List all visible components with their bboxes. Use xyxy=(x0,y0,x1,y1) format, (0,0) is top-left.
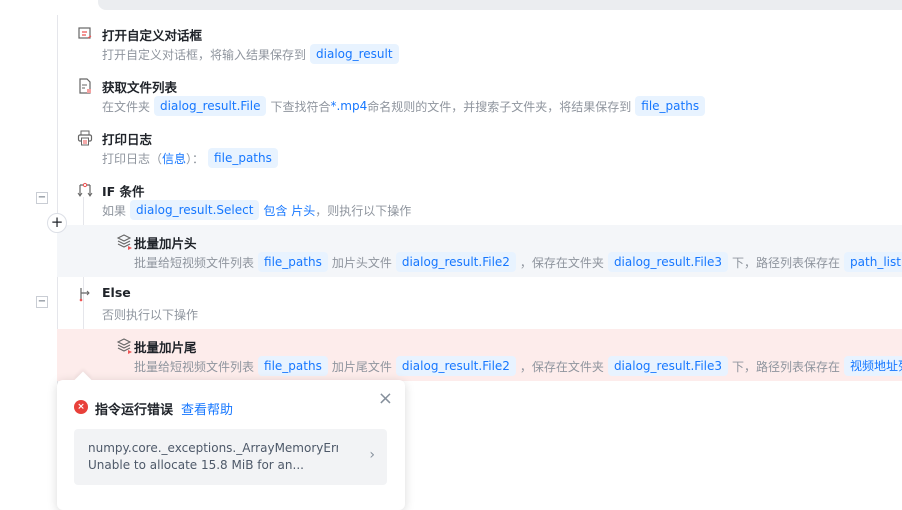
description-text: ）： xyxy=(186,151,205,166)
chevron-right-icon: › xyxy=(369,447,375,463)
layers-icon xyxy=(116,234,132,250)
variable-chip[interactable]: dialog_result.File2 xyxy=(395,356,516,376)
step-description: 在文件夹 dialog_result.File 下查找符合 *.mp4 命名规则的文… xyxy=(102,96,709,116)
step-description: 打印日志（ 信息）： file_paths xyxy=(102,148,282,168)
else-branch-icon xyxy=(77,286,93,302)
layers-icon xyxy=(116,338,132,354)
step-row[interactable]: Else 否则执行以下操作 xyxy=(57,277,902,329)
step-row[interactable]: 批量加片头 批量给短视频文件列表 file_paths 加片头文件 dialog_res… xyxy=(57,225,902,277)
variable-chip[interactable]: 视频地址列表 xyxy=(844,356,902,376)
step-row[interactable]: 获取文件列表 在文件夹 dialog_result.File 下查找符合 *.mp4 … xyxy=(57,69,902,121)
step-title: 获取文件列表 xyxy=(102,80,178,95)
description-text: 下，路径列表保存在 xyxy=(732,359,841,374)
value-link[interactable]: 包含 片头 xyxy=(263,202,315,219)
error-message-box[interactable]: numpy.core._exceptions._ArrayMemoryError… xyxy=(74,429,387,485)
variable-chip[interactable]: dialog_result.Select xyxy=(130,200,260,220)
view-help-link[interactable]: 查看帮助 xyxy=(181,399,233,418)
variable-chip[interactable]: file_paths xyxy=(258,356,328,376)
description-text: 命名规则的文件，并搜索子文件夹，将结果保存到 xyxy=(367,99,632,114)
step-description: 如果 dialog_result.Select 包含 片头 ，则执行以下操作 xyxy=(102,200,411,220)
description-text: 如果 xyxy=(102,203,127,218)
step-row[interactable]: 打印日志 打印日志（ 信息）： file_paths xyxy=(57,121,902,173)
step-title: Else xyxy=(102,285,131,300)
description-text: 加片头文件 xyxy=(331,255,392,270)
step-description: 批量给短视频文件列表 file_paths 加片尾文件 dialog_result.F… xyxy=(134,356,902,376)
step-description: 批量给短视频文件列表 file_paths 加片头文件 dialog_result.F… xyxy=(134,252,902,272)
step-row[interactable]: IF 条件 如果 dialog_result.Select 包含 片头 ，则执行以下操作 xyxy=(57,173,902,225)
description-text: 否则执行以下操作 xyxy=(102,307,199,322)
error-icon: × xyxy=(74,400,88,414)
file-list-icon xyxy=(77,78,93,94)
error-title: 指令运行错误 xyxy=(95,403,174,418)
description-text: 下，路径列表保存在 xyxy=(732,255,841,270)
step-description: 打开自定义对话框，将输入结果保存到 dialog_result xyxy=(102,44,403,64)
variable-chip[interactable]: file_paths xyxy=(208,148,278,168)
step-title: IF 条件 xyxy=(102,184,145,199)
variable-chip[interactable]: dialog_result.File xyxy=(154,96,267,116)
variable-chip[interactable]: path_list xyxy=(844,252,902,272)
printer-icon xyxy=(77,130,93,146)
variable-chip[interactable]: dialog_result.File3 xyxy=(607,252,729,272)
step-title: 批量加片尾 xyxy=(134,340,197,355)
variable-chip[interactable]: dialog_result.File3 xyxy=(607,356,729,376)
description-text: 加片尾文件 xyxy=(331,359,392,374)
description-text: 打开自定义对话框，将输入结果保存到 xyxy=(102,47,307,62)
error-popup: × 指令运行错误 查看帮助 × numpy.core._exceptions._… xyxy=(57,380,405,510)
variable-chip[interactable]: dialog_result xyxy=(310,44,399,64)
variable-chip[interactable]: file_paths xyxy=(635,96,706,116)
step-row[interactable]: 批量加片尾 批量给短视频文件列表 file_paths 加片尾文件 dialog_res… xyxy=(57,329,902,381)
dialog-icon xyxy=(77,26,93,42)
description-text: ，保存在文件夹 xyxy=(519,255,604,270)
description-text: 批量给短视频文件列表 xyxy=(134,359,255,374)
step-description: 否则执行以下操作 xyxy=(102,304,198,324)
description-text: 下查找符合 xyxy=(270,99,331,114)
step-title: 批量加片头 xyxy=(134,236,197,251)
description-text: 打印日志（ xyxy=(102,151,163,166)
collapse-if-button[interactable]: − xyxy=(36,192,48,204)
value-link[interactable]: *.mp4 xyxy=(330,99,367,113)
description-text: 批量给短视频文件列表 xyxy=(134,255,255,270)
value-link[interactable]: 信息 xyxy=(162,150,186,167)
close-icon[interactable]: × xyxy=(378,388,393,409)
branch-icon xyxy=(77,182,93,198)
variable-chip[interactable]: file_paths xyxy=(258,252,328,272)
description-text: ，则执行以下操作 xyxy=(315,203,412,218)
variable-chip[interactable]: dialog_result.File2 xyxy=(395,252,516,272)
collapse-else-button[interactable]: − xyxy=(36,296,48,308)
step-title: 打开自定义对话框 xyxy=(102,28,203,43)
step-title: 打印日志 xyxy=(102,132,153,147)
add-step-button[interactable]: + xyxy=(47,213,67,233)
step-row[interactable]: 打开自定义对话框 打开自定义对话框，将输入结果保存到 dialog_result xyxy=(57,17,902,69)
description-text: ，保存在文件夹 xyxy=(519,359,604,374)
top-bar xyxy=(98,0,902,10)
description-text: 在文件夹 xyxy=(102,99,151,114)
error-message: numpy.core._exceptions._ArrayMemoryError… xyxy=(88,441,338,472)
